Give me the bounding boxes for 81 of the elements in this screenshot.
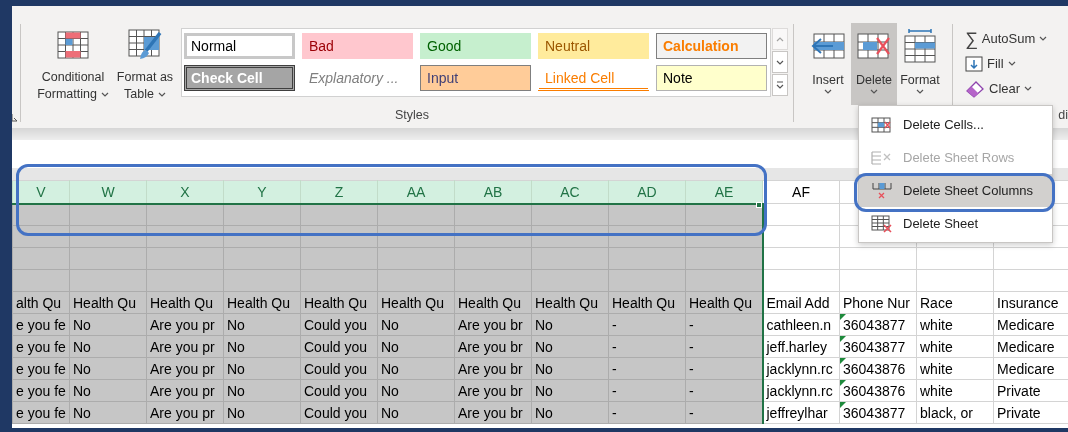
format-button[interactable]: Format	[897, 23, 943, 105]
group-label: Styles	[394, 108, 429, 123]
gallery-more-button[interactable]	[772, 74, 788, 96]
cell-style-option[interactable]: Note	[656, 65, 767, 91]
chevron-down-icon	[916, 89, 924, 94]
table-cell: Email Add	[762, 291, 840, 314]
fill-down-icon	[965, 55, 983, 72]
table-cell: cathleen.n	[762, 313, 840, 336]
chevron-down-icon	[1007, 61, 1016, 66]
chevron-up-icon	[776, 36, 784, 42]
column-header[interactable]: AE	[685, 180, 763, 204]
cell-style-option[interactable]: Bad	[302, 33, 413, 59]
column-header[interactable]: Y	[223, 180, 301, 204]
gallery-scroll-down-button[interactable]	[772, 51, 788, 73]
expand-gallery-icon	[776, 81, 784, 89]
table-highlight-icon	[57, 30, 89, 59]
table-cell: jacklynn.rc	[762, 357, 840, 380]
conditional-formatting-button[interactable]: Conditional Formatting	[35, 23, 111, 105]
table-cell: e you fe	[12, 335, 70, 358]
column-header[interactable]: V	[12, 180, 70, 204]
delete-button[interactable]: Delete	[851, 23, 897, 105]
autosum-button[interactable]: ∑ AutoSum	[963, 26, 1068, 51]
column-header[interactable]: X	[146, 180, 224, 204]
column-header[interactable]: AF	[762, 180, 840, 204]
table-insert-icon	[811, 31, 845, 61]
group-label: di	[1058, 108, 1068, 123]
fill-handle[interactable]	[755, 201, 762, 208]
chevron-down-icon	[776, 59, 784, 65]
table-cell: jeff.harley	[762, 335, 840, 358]
table-cell: 36043877	[839, 401, 917, 424]
chevron-down-icon	[1024, 86, 1033, 91]
table-cell: 36043876	[839, 357, 917, 380]
table-cell: white	[916, 379, 994, 402]
table-format-icon	[903, 29, 937, 63]
clear-button[interactable]: Clear	[963, 76, 1068, 101]
cell-style-option[interactable]: Explanatory ...	[302, 65, 413, 91]
menu-item[interactable]: Delete Cells...	[859, 108, 1052, 141]
table-delete-icon	[857, 31, 891, 61]
delete-columns-icon	[871, 181, 893, 200]
gallery-scroll-up-button[interactable]	[772, 28, 788, 50]
column-header[interactable]: W	[69, 180, 147, 204]
menu-item[interactable]: Delete Sheet Columns	[859, 174, 1052, 207]
chevron-down-icon	[1039, 36, 1048, 41]
table-cell: alth Qu	[12, 291, 70, 314]
table-cell: e you fe	[12, 401, 70, 424]
column-header[interactable]: AA	[377, 180, 455, 204]
chevron-down-icon	[157, 92, 166, 97]
column-header[interactable]: AD	[608, 180, 686, 204]
delete-sheet-icon	[871, 214, 893, 233]
table-cell: Race	[916, 291, 994, 314]
column-header[interactable]: Z	[300, 180, 378, 204]
dialog-launcher-icon[interactable]	[12, 114, 18, 122]
cell-style-option[interactable]: Normal	[184, 33, 295, 59]
fill-button[interactable]: Fill	[963, 51, 1068, 76]
column-header[interactable]: AC	[531, 180, 609, 204]
table-cell: e you fe	[12, 357, 70, 380]
format-as-table-button[interactable]: Format as Table	[111, 23, 179, 105]
table-cell: jacklynn.rc	[762, 379, 840, 402]
table-cell: jeffreylhar	[762, 401, 840, 424]
table-cell: e you fe	[12, 379, 70, 402]
chevron-down-icon	[100, 92, 109, 97]
table-cell: 36043877	[839, 335, 917, 358]
table-cell: 36043876	[839, 379, 917, 402]
table-cell: black, or	[916, 401, 994, 424]
chevron-down-icon	[870, 89, 878, 94]
table-cell: Phone Nur	[839, 291, 917, 314]
table-cell: white	[916, 357, 994, 380]
table-cell: white	[916, 313, 994, 336]
eraser-icon	[965, 79, 985, 98]
delete-rows-icon	[871, 149, 893, 166]
cell-style-option[interactable]: Input	[420, 65, 531, 91]
cell-style-option[interactable]: Good	[420, 33, 531, 59]
table-cell: 36043877	[839, 313, 917, 336]
table-brush-icon	[128, 28, 162, 61]
cell-style-option[interactable]: Neutral	[538, 33, 649, 59]
column-header[interactable]: AB	[454, 180, 532, 204]
chevron-down-icon	[824, 89, 832, 94]
table-cell: e you fe	[12, 313, 70, 336]
delete-cells-icon	[871, 116, 893, 133]
insert-button[interactable]: Insert	[805, 23, 851, 105]
table-cell: white	[916, 335, 994, 358]
